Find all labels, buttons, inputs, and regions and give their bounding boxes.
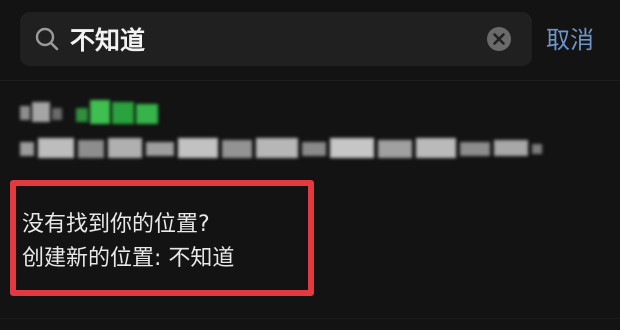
- location-search-screen: 取消: [0, 0, 620, 330]
- location-result-item[interactable]: [20, 98, 550, 168]
- cancel-button[interactable]: 取消: [546, 24, 594, 56]
- not-found-text: 没有找到你的位置?: [22, 212, 210, 237]
- search-icon: [35, 27, 59, 51]
- search-bar[interactable]: [20, 12, 532, 66]
- header-divider: [0, 80, 620, 81]
- bottom-divider: [0, 318, 620, 319]
- create-location-text: 创建新的位置: 不知道: [22, 246, 235, 271]
- create-new-location-option[interactable]: 没有找到你的位置? 创建新的位置: 不知道: [22, 208, 322, 276]
- clear-icon[interactable]: [486, 26, 512, 52]
- search-input[interactable]: [70, 20, 490, 58]
